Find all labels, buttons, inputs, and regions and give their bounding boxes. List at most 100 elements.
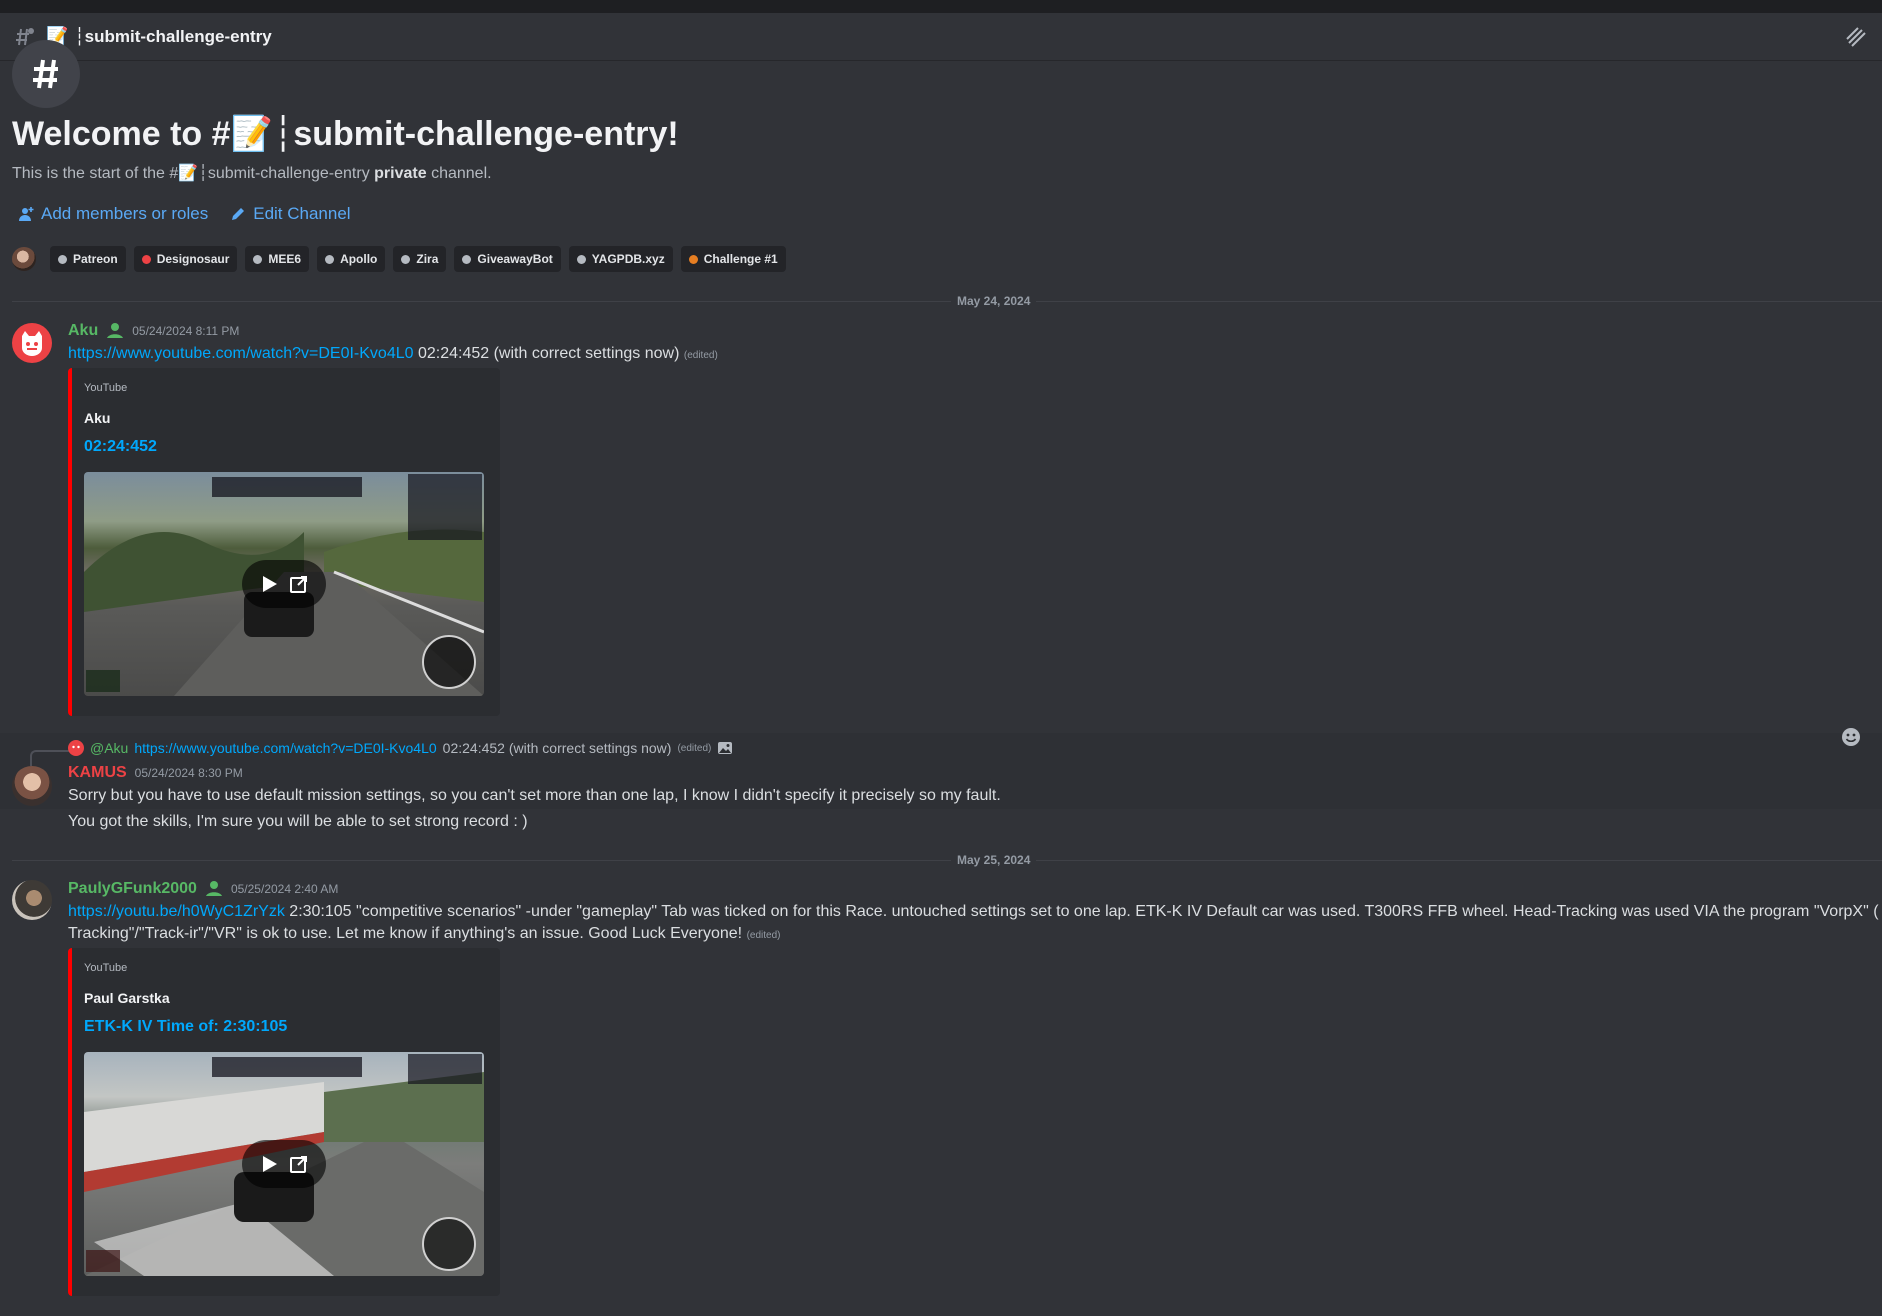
message-text: 02:24:452 (with correct settings now) — [413, 345, 680, 362]
image-icon — [718, 742, 733, 754]
role-chip[interactable]: Zira — [393, 246, 447, 272]
embed-provider[interactable]: YouTube — [84, 382, 127, 394]
role-label: MEE6 — [268, 252, 302, 266]
welcome-sub-channel: ┆submit-challenge-entry — [198, 165, 370, 182]
youtube-embed: YouTube Aku 02:24:452 — [68, 368, 500, 716]
embed-author[interactable]: Paul Garstka — [84, 990, 170, 1006]
open-external-icon[interactable] — [290, 575, 308, 593]
role-label: Challenge #1 — [703, 252, 778, 266]
edit-channel-label: Edit Channel — [253, 204, 351, 223]
play-icon[interactable] — [260, 1155, 278, 1173]
message-header: Aku 05/24/2024 8:11 PM — [68, 322, 239, 340]
role-color-dot — [688, 254, 698, 264]
role-label: GiveawayBot — [477, 252, 553, 266]
date-divider-label: May 24, 2024 — [951, 294, 1037, 308]
date-divider — [12, 860, 1882, 861]
channel-header: 📝 ┆submit-challenge-entry — [0, 13, 1882, 61]
role-label: Patreon — [73, 252, 118, 266]
date-divider-label: May 25, 2024 — [951, 853, 1037, 867]
video-controls[interactable] — [242, 1140, 326, 1188]
message-header: PaulyGFunk2000 05/25/2024 2:40 AM — [68, 880, 338, 898]
reply-link[interactable]: https://www.youtube.com/watch?v=DE0I-Kvo… — [134, 740, 436, 756]
reply-author[interactable]: @Aku — [90, 740, 128, 756]
reply-avatar-icon — [68, 740, 84, 756]
welcome-title-prefix: Welcome to # — [12, 115, 231, 153]
role-label: YAGPDB.xyz — [591, 252, 665, 266]
role-chip[interactable]: Designosaur — [133, 246, 238, 272]
author-name[interactable]: KAMUS — [68, 764, 127, 782]
hash-large-icon — [33, 59, 58, 89]
edited-label: (edited) — [683, 350, 718, 361]
reply-connector — [30, 750, 70, 766]
member-avatar[interactable] — [12, 247, 36, 271]
avatar[interactable] — [12, 323, 52, 363]
add-reaction-icon[interactable] — [1840, 726, 1862, 748]
welcome-sub-private: private — [374, 165, 427, 182]
role-color-dot — [253, 254, 263, 264]
role-color-dot — [58, 254, 67, 264]
welcome-actions: Add members or roles Edit Channel — [18, 204, 351, 224]
embed-title[interactable]: 02:24:452 — [84, 438, 157, 456]
video-controls[interactable] — [242, 560, 326, 608]
role-list: Patreon Designosaur MEE6 Apollo Zira Giveaway… — [12, 246, 786, 272]
role-color-dot — [141, 254, 151, 264]
role-chip[interactable]: YAGPDB.xyz — [568, 246, 673, 272]
add-member-icon — [19, 207, 34, 221]
role-color-dot — [401, 254, 411, 264]
message-text-line2: Tracking"/"Track-ir"/"VR" is ok to use. … — [68, 925, 743, 942]
cat-face-icon — [22, 331, 42, 356]
server-boost-badge-icon — [107, 323, 124, 338]
role-chip[interactable]: Challenge #1 — [680, 246, 786, 272]
role-chip[interactable]: Apollo — [317, 246, 386, 272]
date-divider — [12, 301, 1882, 302]
threads-icon[interactable] — [1844, 25, 1868, 49]
avatar[interactable] — [12, 880, 52, 920]
author-name[interactable]: PaulyGFunk2000 — [68, 880, 197, 898]
role-chip[interactable]: Patreon — [50, 246, 126, 272]
message-timestamp: 05/24/2024 8:11 PM — [132, 324, 240, 338]
role-color-dot — [576, 254, 586, 264]
welcome-title: Welcome to #📝┆submit-challenge-entry! — [12, 114, 679, 154]
message-link[interactable]: https://youtu.be/h0WyC1ZrYzk — [68, 903, 285, 920]
message-text-line1: 2:30:105 "competitive scenarios" -under … — [284, 903, 1882, 920]
open-external-icon[interactable] — [290, 1155, 308, 1173]
avatar[interactable] — [12, 766, 52, 806]
role-color-dot — [462, 254, 472, 264]
pencil-icon — [232, 208, 245, 220]
message-header: KAMUS 05/24/2024 8:30 PM — [68, 764, 243, 782]
reply-preview[interactable]: @Aku https://www.youtube.com/watch?v=DE0… — [68, 740, 733, 756]
add-members-button[interactable]: Add members or roles — [18, 204, 208, 224]
edit-channel-button[interactable]: Edit Channel — [230, 204, 351, 224]
reply-text: 02:24:452 (with correct settings now) — [442, 740, 672, 756]
youtube-embed: YouTube Paul Garstka ETK-K IV Time of: 2… — [68, 948, 500, 1296]
server-boost-badge-icon — [205, 881, 222, 896]
message-content: Sorry but you have to use default missio… — [68, 787, 1001, 804]
play-icon[interactable] — [260, 575, 278, 593]
role-label: Apollo — [340, 252, 378, 266]
message-content: Tracking"/"Track-ir"/"VR" is ok to use. … — [68, 923, 780, 947]
embed-provider[interactable]: YouTube — [84, 962, 127, 974]
role-label: Zira — [416, 252, 439, 266]
role-label: Designosaur — [156, 252, 230, 266]
video-thumbnail[interactable] — [84, 1052, 484, 1276]
author-name[interactable]: Aku — [68, 322, 98, 340]
add-members-label: Add members or roles — [41, 204, 209, 223]
message-timestamp: 05/25/2024 2:40 AM — [230, 882, 339, 896]
video-thumbnail[interactable] — [84, 472, 484, 696]
welcome-subtitle: This is the start of the #📝┆submit-chall… — [12, 163, 492, 183]
window-top-strip — [0, 0, 1882, 13]
message-timestamp: 05/24/2024 8:30 PM — [134, 766, 243, 780]
message-content: https://www.youtube.com/watch?v=DE0I-Kvo… — [68, 343, 718, 367]
embed-title[interactable]: ETK-K IV Time of: 2:30:105 — [84, 1018, 287, 1036]
welcome-sub-emoji: 📝 — [178, 165, 199, 182]
message-content: https://youtu.be/h0WyC1ZrYzk 2:30:105 "c… — [68, 901, 1882, 923]
message-link[interactable]: https://www.youtube.com/watch?v=DE0I-Kvo… — [68, 345, 414, 362]
role-chip[interactable]: MEE6 — [245, 246, 310, 272]
role-color-dot — [325, 254, 335, 264]
reply-edited: (edited) — [677, 742, 712, 754]
role-chip[interactable]: GiveawayBot — [454, 246, 561, 272]
welcome-sub-end: channel. — [431, 165, 492, 182]
embed-author[interactable]: Aku — [84, 410, 110, 426]
welcome-title-channel: ┆submit-challenge-entry! — [272, 115, 679, 153]
message-content: You got the skills, I'm sure you will be… — [68, 813, 528, 830]
